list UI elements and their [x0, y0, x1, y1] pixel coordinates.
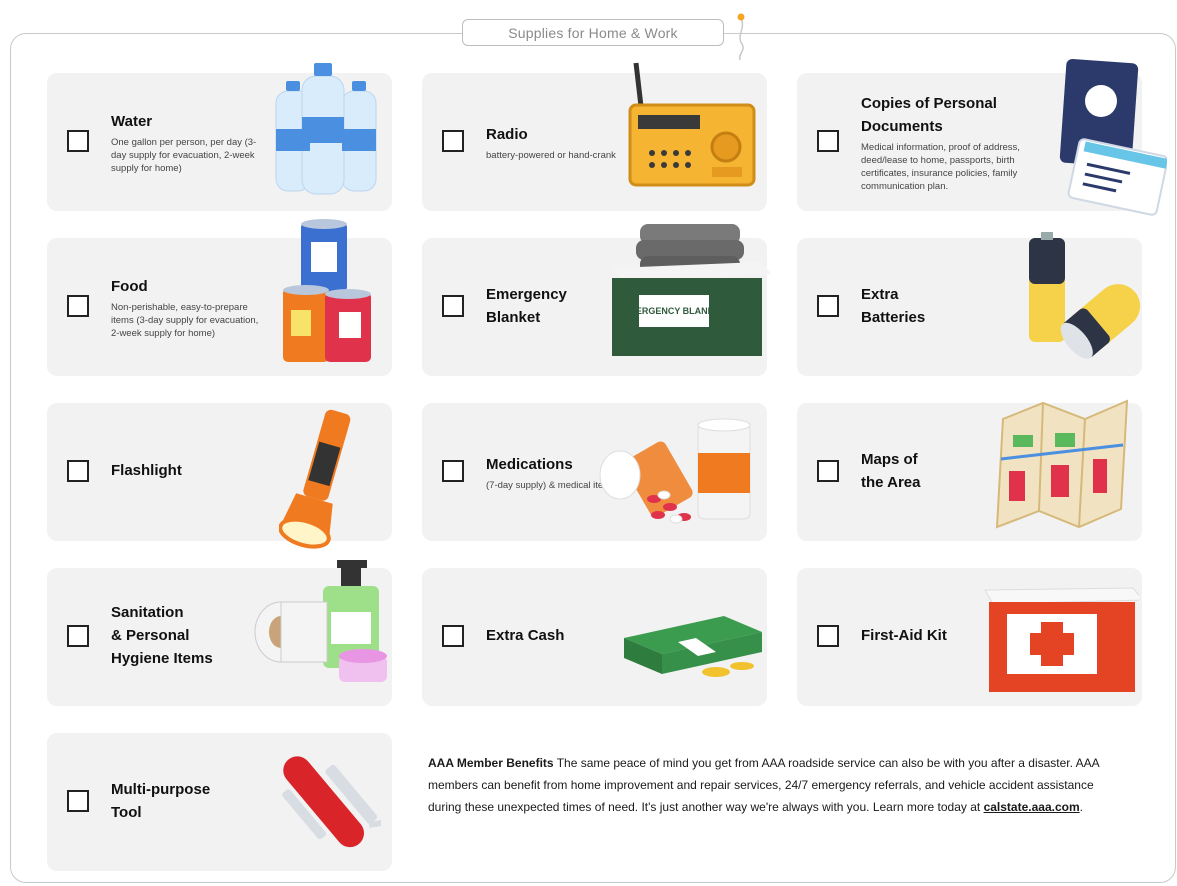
item-desc: battery-powered or hand-crank: [486, 149, 616, 161]
radio-icon: [628, 62, 756, 187]
item-title: Multi-purpose Tool: [111, 780, 211, 821]
supply-card-first-aid: First-Aid Kit: [797, 568, 1142, 706]
canned-food-icon: [283, 219, 371, 362]
checkbox[interactable]: [67, 295, 89, 317]
supply-card-flashlight: Flashlight: [47, 403, 392, 549]
benefits-tail: .: [1079, 800, 1083, 814]
checkbox[interactable]: [442, 295, 464, 317]
hygiene-icon: [254, 560, 387, 682]
item-title: Maps of the Area: [861, 450, 921, 491]
supply-card-blanket: Emergency Blanket EMERGENCY BLANKET: [422, 224, 770, 376]
medications-icon: [599, 418, 751, 524]
supply-card-batteries: Extra Batteries: [797, 232, 1142, 376]
map-icon: [995, 399, 1129, 529]
multi-tool-icon: [282, 756, 381, 848]
supply-card-medications: Medications (7-day supply) & medical item…: [422, 403, 767, 541]
member-benefits-text: AAA Member Benefits The same peace of mi…: [428, 752, 1128, 818]
water-bottles-icon: [275, 63, 377, 195]
checkbox[interactable]: [442, 625, 464, 647]
item-desc: Non-perishable, easy-to-prepare items (3…: [111, 301, 259, 339]
supply-card-cash: Extra Cash: [422, 568, 767, 706]
item-desc: One gallon per person, per day (3-day su…: [111, 136, 257, 174]
documents-icon: [1059, 59, 1167, 216]
antenna-decoration: [737, 13, 745, 60]
flashlight-icon: [279, 409, 351, 549]
batteries-icon: [1029, 232, 1141, 359]
checkbox[interactable]: [442, 130, 464, 152]
item-title: Flashlight: [111, 462, 182, 479]
supply-card-documents: Copies of Personal Documents Medical info…: [797, 59, 1167, 216]
item-desc: Medical information, proof of address, d…: [861, 141, 1020, 192]
checkbox[interactable]: [817, 460, 839, 482]
item-title: Extra Cash: [486, 627, 565, 644]
item-title: Copies of Personal Documents: [861, 94, 997, 135]
checkbox[interactable]: [442, 460, 464, 482]
supply-card-radio: Radio battery-powered or hand-crank: [422, 62, 767, 211]
item-title: Sanitation & Personal Hygiene Items: [111, 604, 213, 667]
cash-icon: [624, 616, 762, 677]
item-title: Water: [111, 112, 153, 130]
checkbox[interactable]: [817, 295, 839, 317]
checkbox[interactable]: [67, 625, 89, 647]
supply-card-multi-tool: Multi-purpose Tool: [47, 733, 392, 871]
benefits-heading: AAA Member Benefits: [428, 756, 554, 770]
supply-card-maps: Maps of the Area: [797, 399, 1142, 541]
first-aid-kit-icon: [984, 587, 1139, 692]
item-title: Extra Batteries: [861, 285, 926, 326]
supply-card-water: Water One gallon per person, per day (3-d…: [47, 63, 392, 211]
checkbox[interactable]: [67, 130, 89, 152]
box-label: EMERGENCY BLANKET: [622, 306, 726, 316]
checkbox[interactable]: [67, 460, 89, 482]
page-title: Supplies for Home & Work: [462, 19, 724, 46]
emergency-blanket-icon: EMERGENCY BLANKET: [612, 224, 770, 356]
item-title: Radio: [486, 125, 528, 143]
checkbox[interactable]: [817, 625, 839, 647]
supply-card-hygiene: Sanitation & Personal Hygiene Items: [47, 560, 392, 706]
benefits-link[interactable]: calstate.aaa.com: [984, 800, 1080, 814]
item-title: Food: [111, 277, 148, 295]
checkbox[interactable]: [817, 130, 839, 152]
checkbox[interactable]: [67, 790, 89, 812]
supply-card-food: Food Non-perishable, easy-to-prepare item…: [47, 219, 392, 376]
